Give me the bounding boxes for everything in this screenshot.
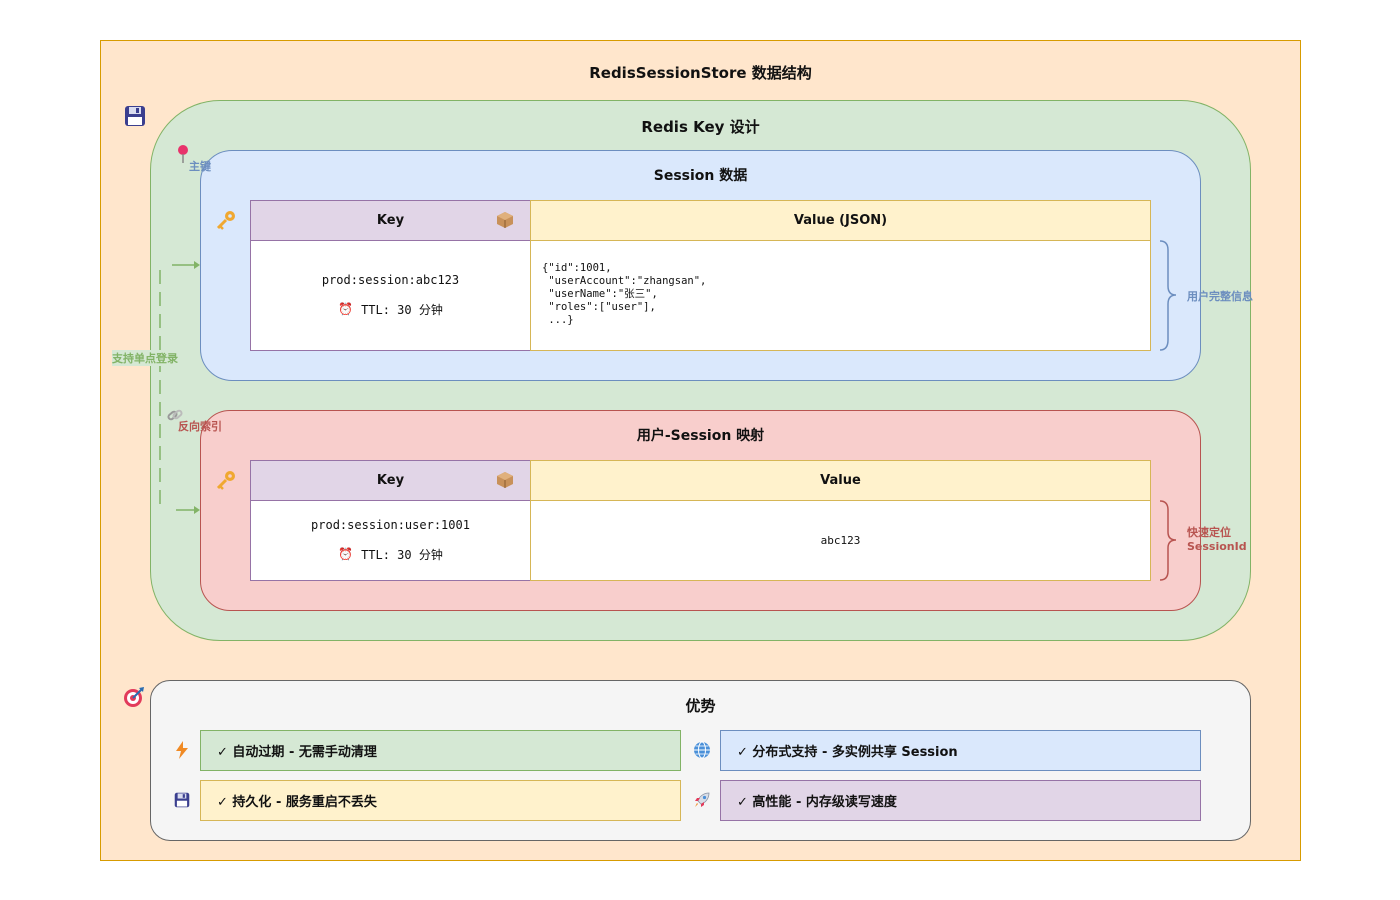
alarm-clock-icon: ⏰ — [338, 302, 354, 316]
advantage-performance: ✓ 高性能 - 内存级读写速度 — [720, 780, 1201, 821]
box-icon — [496, 211, 514, 232]
target-icon — [123, 686, 145, 712]
advantage-auto-expire-text: ✓ 自动过期 - 无需手动清理 — [217, 745, 377, 760]
session-ttl-text: TTL: 30 分钟 — [361, 302, 443, 317]
mapping-brace-note-line2: SessionId — [1187, 540, 1247, 553]
advantage-auto-expire: ✓ 自动过期 - 无需手动清理 — [200, 730, 681, 771]
session-title: Session 数据 — [653, 168, 748, 184]
mapping-ttl: ⏰ TTL: 30 分钟 — [250, 544, 531, 564]
floppy-disk-icon — [174, 792, 190, 812]
mapping-value-header: Value — [530, 460, 1151, 501]
advantage-distributed-text: ✓ 分布式支持 - 多实例共享 Session — [737, 745, 958, 760]
session-key-header: Key — [250, 200, 531, 241]
rocket-icon — [693, 791, 711, 813]
key-icon — [215, 469, 237, 495]
session-key-value: prod:session:abc123 — [321, 273, 460, 287]
lightning-icon — [175, 741, 189, 763]
globe-icon — [693, 741, 711, 763]
mapping-key-header: Key — [250, 460, 531, 501]
mapping-value-header-text: Value — [820, 473, 861, 488]
sso-label: 支持单点登录 — [112, 350, 178, 366]
mapping-value-cell: abc123 — [530, 500, 1151, 581]
session-json-value: {"id":1001, "userAccount":"zhangsan", "u… — [542, 262, 707, 326]
mapping-key-cell — [250, 500, 531, 581]
mapping-key-header-text: Key — [376, 473, 405, 488]
session-value-header-text: Value (JSON) — [793, 213, 888, 228]
advantages-title: 优势 — [685, 696, 716, 715]
mapping-value-text: abc123 — [820, 534, 861, 547]
mapping-brace-note-line1: 快速定位 — [1187, 526, 1231, 539]
session-value-header: Value (JSON) — [530, 200, 1151, 241]
key-icon — [215, 209, 237, 235]
mapping-title: 用户-Session 映射 — [636, 428, 765, 444]
session-key-header-text: Key — [376, 213, 405, 228]
key-design-title: Redis Key 设计 — [641, 117, 760, 136]
mapping-key-value: prod:session:user:1001 — [311, 518, 470, 532]
session-ttl: ⏰ TTL: 30 分钟 — [250, 299, 531, 319]
mapping-ttl-text: TTL: 30 分钟 — [361, 547, 443, 562]
box-icon — [496, 471, 514, 492]
mapping-brace-note: 快速定位 SessionId — [1187, 526, 1247, 554]
session-brace — [1159, 240, 1177, 351]
diagram-title: RedisSessionStore 数据结构 — [589, 63, 812, 82]
advantage-persistence: ✓ 持久化 - 服务重启不丢失 — [200, 780, 681, 821]
floppy-disk-icon — [124, 105, 146, 130]
advantage-persistence-text: ✓ 持久化 - 服务重启不丢失 — [217, 795, 377, 810]
sso-connector — [159, 261, 200, 514]
alarm-clock-icon: ⏰ — [338, 547, 354, 561]
primary-key-label: 主键 — [189, 160, 211, 173]
session-key-cell — [250, 240, 531, 351]
session-brace-note: 用户完整信息 — [1187, 290, 1253, 303]
advantage-performance-text: ✓ 高性能 - 内存级读写速度 — [737, 795, 897, 810]
advantage-distributed: ✓ 分布式支持 - 多实例共享 Session — [720, 730, 1201, 771]
mapping-brace — [1159, 500, 1177, 581]
pin-icon — [176, 144, 190, 168]
